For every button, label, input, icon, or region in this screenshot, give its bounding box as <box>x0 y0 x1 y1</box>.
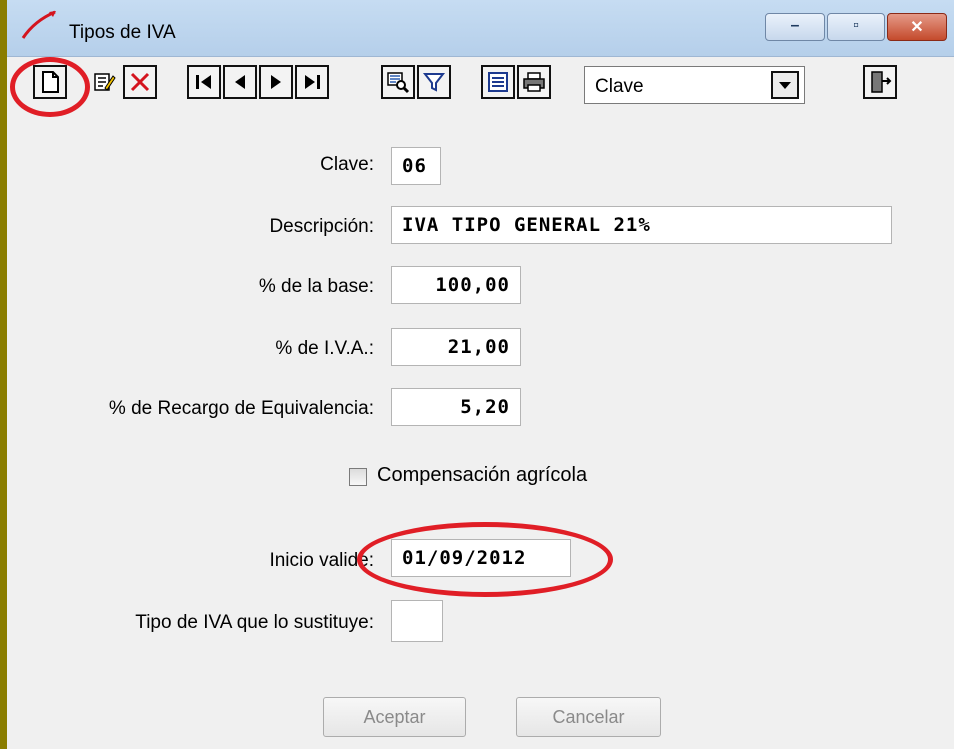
pct-base-label: % de la base: <box>258 276 374 297</box>
clave-label: Clave: <box>320 154 374 175</box>
descripcion-field[interactable]: IVA TIPO GENERAL 21% <box>391 206 892 244</box>
tipo-sustituye-field[interactable] <box>391 600 443 642</box>
first-record-button[interactable] <box>187 65 221 99</box>
minimize-icon: – <box>790 17 800 34</box>
descripcion-label: Descripción: <box>269 216 374 237</box>
compensacion-label[interactable]: Compensación agrícola <box>377 464 587 487</box>
maximize-button[interactable]: ▫ <box>827 13 885 41</box>
exit-button[interactable] <box>863 65 897 99</box>
delete-icon <box>130 72 150 92</box>
tipo-sustituye-label: Tipo de IVA que lo sustituye: <box>135 612 374 633</box>
new-record-button[interactable] <box>33 65 67 99</box>
pct-recargo-label: % de Recargo de Equivalencia: <box>108 398 374 419</box>
filter-icon <box>422 73 446 92</box>
cancel-button[interactable]: Cancelar <box>516 697 661 737</box>
accept-button[interactable]: Aceptar <box>323 697 466 737</box>
next-record-icon <box>271 75 281 89</box>
last-record-button[interactable] <box>295 65 329 99</box>
dropdown-arrow-button[interactable] <box>771 71 799 99</box>
edit-record-button[interactable] <box>87 65 121 99</box>
clave-field[interactable]: 06 <box>391 147 441 185</box>
print-icon <box>523 72 545 92</box>
window-title: Tipos de IVA <box>69 22 176 43</box>
edit-icon <box>94 73 116 91</box>
pct-recargo-field[interactable]: 5,20 <box>391 388 521 426</box>
list-icon <box>488 72 508 92</box>
list-view-button[interactable] <box>481 65 515 99</box>
pct-iva-field[interactable]: 21,00 <box>391 328 521 366</box>
search-button[interactable] <box>381 65 415 99</box>
first-record-icon <box>196 75 211 89</box>
sort-key-dropdown[interactable]: Clave <box>584 66 805 104</box>
pct-iva-label: % de I.V.A.: <box>275 338 374 359</box>
chevron-down-icon <box>779 82 791 89</box>
sort-key-value: Clave <box>595 76 644 97</box>
previous-record-button[interactable] <box>223 65 257 99</box>
inicio-validez-field[interactable]: 01/09/2012 <box>391 539 571 577</box>
maximize-icon: ▫ <box>853 17 859 34</box>
close-icon: ✕ <box>910 19 924 36</box>
search-icon <box>387 72 410 94</box>
compensacion-checkbox[interactable] <box>349 468 367 486</box>
close-button[interactable]: ✕ <box>887 13 947 41</box>
exit-icon <box>871 71 892 93</box>
app-logo-icon <box>21 10 56 39</box>
new-record-icon <box>42 71 59 93</box>
next-record-button[interactable] <box>259 65 293 99</box>
filter-button[interactable] <box>417 65 451 99</box>
last-record-icon <box>305 75 320 89</box>
previous-record-icon <box>235 75 245 89</box>
inicio-validez-label: Inicio valide: <box>269 550 374 571</box>
toolbar: Clave <box>7 57 954 117</box>
minimize-button[interactable]: – <box>765 13 825 41</box>
delete-record-button[interactable] <box>123 65 157 99</box>
print-button[interactable] <box>517 65 551 99</box>
pct-base-field[interactable]: 100,00 <box>391 266 521 304</box>
title-bar[interactable]: Tipos de IVA – ▫ ✕ <box>7 0 954 57</box>
tipos-iva-window: Tipos de IVA – ▫ ✕ Clave Clave: 06 Descr… <box>0 0 954 749</box>
